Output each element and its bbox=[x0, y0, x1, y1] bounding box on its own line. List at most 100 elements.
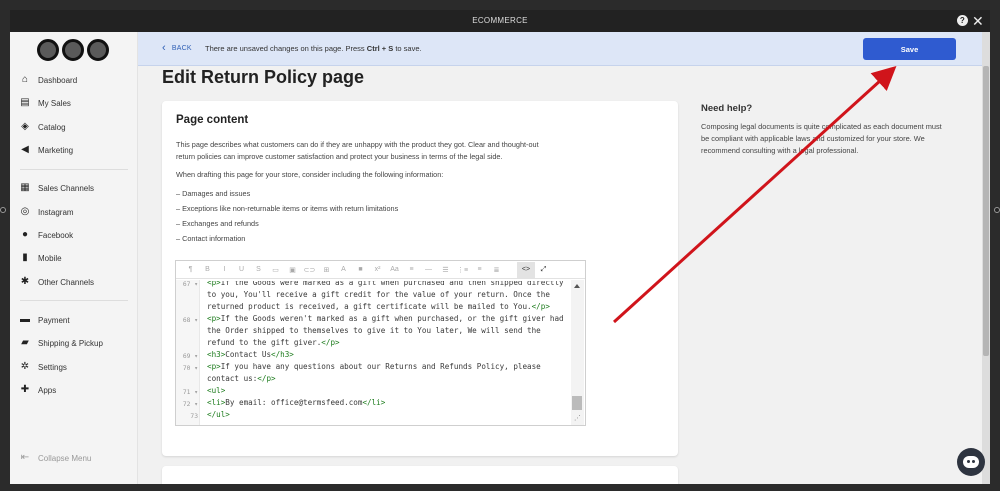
sidebar-item-marketing[interactable]: ◀ Marketing bbox=[20, 143, 73, 157]
link-icon[interactable]: ⊂⊃ bbox=[301, 266, 318, 274]
mobile-icon: ▮ bbox=[22, 252, 28, 263]
page-title: Edit Return Policy page bbox=[162, 67, 365, 87]
collapse-menu-label: Collapse Menu bbox=[38, 453, 92, 463]
code-line: contact us:</p> bbox=[207, 374, 276, 383]
intro-text-line-2: return policies can improve customer sat… bbox=[176, 152, 503, 161]
sidebar-item-my-sales[interactable]: ▤ My Sales bbox=[20, 96, 71, 110]
fullscreen-icon[interactable]: ⤢ bbox=[535, 266, 552, 274]
page-scrollbar[interactable] bbox=[982, 32, 990, 484]
card-heading: Page content bbox=[176, 114, 249, 126]
sidebar-item-label: Sales Channels bbox=[38, 183, 95, 193]
home-icon: ⌂ bbox=[21, 74, 29, 85]
superscript-icon[interactable]: x² bbox=[369, 266, 386, 273]
page-scroll-thumb[interactable] bbox=[983, 66, 989, 356]
intro-text-line-1: This page describes what customers can d… bbox=[176, 140, 539, 149]
indent-icon[interactable]: ≣ bbox=[488, 266, 505, 274]
unsaved-message-prefix: There are unsaved changes on this page. … bbox=[205, 44, 367, 53]
truck-icon: ▰ bbox=[21, 337, 29, 348]
chatbot-icon bbox=[963, 456, 979, 468]
code-line: refund to the gift giver.</p> bbox=[207, 338, 340, 347]
outdent-icon[interactable]: ≡ bbox=[471, 266, 488, 273]
code-view-icon[interactable]: <> bbox=[517, 261, 535, 278]
close-icon[interactable]: ✕ bbox=[972, 10, 984, 32]
code-line: <h3>Contact Us</h3> bbox=[207, 350, 294, 359]
unsaved-changes-banner: ‹ BACK There are unsaved changes on this… bbox=[138, 32, 990, 66]
scroll-up-icon[interactable] bbox=[574, 284, 580, 288]
ordered-list-icon[interactable]: ⋮≡ bbox=[454, 266, 471, 274]
app-window: ⌂ Dashboard ▤ My Sales ◈ Catalog ◀ Marketing… bbox=[10, 32, 990, 484]
sidebar-item-label: Catalog bbox=[38, 122, 66, 132]
sidebar-item-label: Other Channels bbox=[38, 277, 95, 287]
sidebar-item-payment[interactable]: ▬ Payment bbox=[20, 313, 70, 327]
save-button[interactable]: Save bbox=[863, 38, 956, 60]
sidebar-divider bbox=[20, 300, 128, 301]
megaphone-icon: ◀ bbox=[21, 144, 29, 155]
drafting-text: When drafting this page for your store, … bbox=[176, 170, 444, 179]
line-number: 70 ▾ bbox=[182, 365, 198, 372]
store-logo[interactable] bbox=[37, 39, 109, 61]
sidebar-item-label: Instagram bbox=[38, 207, 74, 217]
chat-support-button[interactable] bbox=[957, 448, 985, 476]
chevron-left-icon: ‹ bbox=[162, 42, 166, 54]
left-edge-handle bbox=[0, 207, 6, 213]
sidebar-item-mobile[interactable]: ▮ Mobile bbox=[20, 251, 61, 265]
sidebar-item-facebook[interactable]: ● Facebook bbox=[20, 228, 73, 242]
sidebar-item-other-channels[interactable]: ✱ Other Channels bbox=[20, 275, 94, 289]
store-icon: ▦ bbox=[20, 182, 30, 193]
gear-icon: ✲ bbox=[20, 361, 30, 372]
help-text: Composing legal documents is quite compl… bbox=[701, 122, 942, 156]
collapse-menu-button[interactable]: ⇤ Collapse Menu bbox=[20, 451, 92, 465]
window-titlebar: ECOMMERCE ? ✕ bbox=[10, 10, 990, 32]
instagram-icon: ◎ bbox=[20, 206, 30, 217]
code-line: the Order shipped to themselves to give … bbox=[207, 326, 541, 335]
image-icon[interactable]: ▭ bbox=[267, 266, 284, 274]
paragraph-icon[interactable]: ¶ bbox=[182, 266, 199, 273]
sidebar-item-catalog[interactable]: ◈ Catalog bbox=[20, 120, 66, 134]
logo-circle bbox=[87, 39, 109, 61]
font-color-icon[interactable]: A bbox=[335, 266, 352, 273]
resize-grip-icon[interactable]: ⋰ bbox=[574, 414, 581, 422]
sidebar-item-label: Apps bbox=[38, 385, 57, 395]
tag-icon: ◈ bbox=[21, 121, 29, 132]
editor-toolbar: ¶ B I U S ▭ ▣ ⊂⊃ ⊞ A ■ x² Aa ≡ — ☰ ⋮≡ ≡ … bbox=[176, 261, 585, 279]
video-icon[interactable]: ▣ bbox=[284, 266, 301, 274]
collapse-icon: ⇤ bbox=[20, 452, 30, 463]
sidebar-item-label: Facebook bbox=[38, 230, 74, 240]
line-number: 69 ▾ bbox=[182, 353, 198, 360]
puzzle-icon: ✚ bbox=[20, 384, 30, 395]
background-color-icon[interactable]: ■ bbox=[352, 266, 369, 273]
sidebar-item-shipping-pickup[interactable]: ▰ Shipping & Pickup bbox=[20, 336, 103, 350]
back-button[interactable]: ‹ BACK bbox=[162, 42, 192, 54]
list-item: – Exceptions like non-returnable items o… bbox=[176, 204, 399, 213]
editor-scrollbar[interactable]: ⋰ bbox=[571, 280, 584, 425]
font-size-icon[interactable]: Aa bbox=[386, 266, 403, 273]
help-icon[interactable]: ? bbox=[957, 15, 968, 26]
sidebar-item-apps[interactable]: ✚ Apps bbox=[20, 383, 56, 397]
unordered-list-icon[interactable]: ☰ bbox=[437, 266, 454, 274]
code-line: <p>If the Goods were marked as a gift wh… bbox=[207, 278, 564, 287]
sidebar-item-settings[interactable]: ✲ Settings bbox=[20, 360, 67, 374]
align-left-icon[interactable]: ≡ bbox=[403, 266, 420, 273]
underline-icon[interactable]: U bbox=[233, 266, 250, 273]
wallet-icon: ▬ bbox=[20, 314, 30, 325]
sidebar-item-label: Settings bbox=[38, 362, 67, 372]
sidebar-item-label: My Sales bbox=[38, 98, 71, 108]
html-code-editor[interactable]: ¶ B I U S ▭ ▣ ⊂⊃ ⊞ A ■ x² Aa ≡ — ☰ ⋮≡ ≡ … bbox=[175, 260, 586, 426]
code-line: <ul> bbox=[207, 386, 226, 395]
sidebar: ⌂ Dashboard ▤ My Sales ◈ Catalog ◀ Marketing… bbox=[10, 32, 138, 484]
share-icon: ✱ bbox=[20, 276, 30, 287]
bold-icon[interactable]: B bbox=[199, 266, 216, 273]
scroll-thumb[interactable] bbox=[572, 396, 582, 410]
list-item: – Exchanges and refunds bbox=[176, 219, 259, 228]
sidebar-item-instagram[interactable]: ◎ Instagram bbox=[20, 205, 74, 219]
italic-icon[interactable]: I bbox=[216, 266, 233, 273]
code-line: </ul> bbox=[207, 410, 230, 419]
sidebar-item-dashboard[interactable]: ⌂ Dashboard bbox=[20, 73, 77, 87]
window-title: ECOMMERCE bbox=[472, 16, 528, 25]
table-icon[interactable]: ⊞ bbox=[318, 266, 335, 274]
strikethrough-icon[interactable]: S bbox=[250, 266, 267, 273]
sidebar-item-sales-channels[interactable]: ▦ Sales Channels bbox=[20, 181, 94, 195]
sidebar-item-label: Payment bbox=[38, 315, 70, 325]
horizontal-rule-icon[interactable]: — bbox=[420, 266, 437, 273]
unsaved-message: There are unsaved changes on this page. … bbox=[205, 44, 422, 53]
